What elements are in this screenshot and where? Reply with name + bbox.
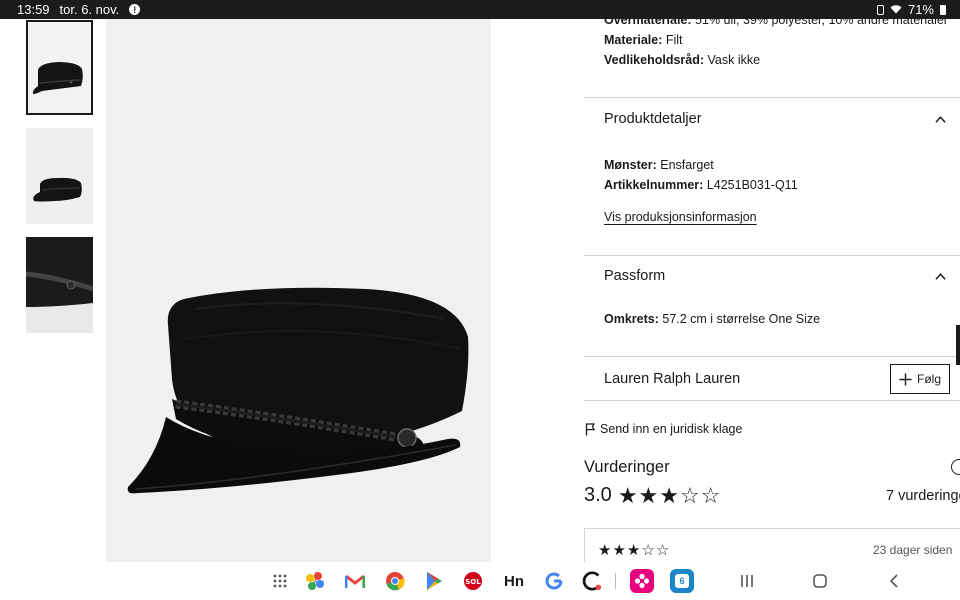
battery-icon — [940, 4, 946, 15]
star-filled-icon: ★ — [598, 542, 612, 559]
follow-button[interactable]: Følg — [890, 364, 950, 394]
divider — [584, 356, 960, 357]
rating-summary: 3.0 ★ ★ ★ ☆ ☆ — [584, 484, 720, 507]
play-store-icon[interactable] — [424, 571, 444, 591]
star-empty-icon: ☆ — [680, 482, 700, 508]
product-image[interactable] — [106, 19, 491, 562]
divider — [584, 255, 960, 256]
coop-app-icon[interactable] — [582, 571, 602, 591]
star-filled-icon: ★ — [638, 482, 659, 508]
photos-icon[interactable] — [305, 571, 325, 591]
chevron-up-icon[interactable] — [935, 271, 946, 282]
plus-icon — [899, 373, 912, 385]
chrome-icon[interactable] — [385, 571, 405, 591]
back-button[interactable] — [884, 571, 904, 591]
thumbnail-detail[interactable] — [26, 237, 93, 333]
flower-app-icon[interactable] — [630, 569, 654, 593]
rating-stars: ★ ★ ★ ☆ ☆ — [617, 482, 721, 508]
home-button[interactable] — [810, 571, 830, 591]
product-details-title[interactable]: Produktdetaljer — [604, 111, 702, 127]
thumbnail-front[interactable] — [26, 20, 93, 115]
google-icon[interactable] — [544, 571, 564, 591]
article-row: Artikkelnummer: L4251B031-Q11 — [604, 178, 798, 192]
battery-saver-icon — [876, 4, 884, 15]
overmaterial-label: Overmateriale: — [604, 19, 692, 27]
article-label: Artikkelnummer: — [604, 178, 704, 192]
ratings-heading: Vurderinger — [584, 458, 670, 476]
chevron-up-icon[interactable] — [935, 114, 946, 125]
material-value: Filt — [665, 33, 683, 47]
info-icon[interactable] — [951, 459, 960, 475]
divider — [584, 400, 960, 401]
hn-app-icon[interactable]: Hn — [501, 571, 527, 591]
care-row: Vedlikeholdsråd: Vask ikke — [604, 53, 760, 67]
legal-complaint-label: Send inn en juridisk klage — [600, 422, 743, 436]
star-empty-icon: ☆ — [700, 482, 721, 508]
star-filled-icon: ★ — [617, 482, 638, 508]
fit-title[interactable]: Passform — [604, 268, 665, 284]
star-empty-icon: ☆ — [641, 542, 655, 559]
review-count-link[interactable]: 7 vurderinger — [886, 488, 960, 504]
gmail-icon[interactable] — [345, 571, 365, 591]
star-filled-icon: ★ — [626, 542, 641, 559]
circumference-label: Omkrets: — [604, 312, 659, 326]
battery-percent: 71% — [907, 2, 934, 17]
calendar-day: 6 — [675, 574, 689, 588]
edge-panel-handle[interactable] — [956, 325, 960, 365]
circumference-value: 57.2 cm i størrelse One Size — [662, 312, 821, 326]
care-label: Vedlikeholdsråd: — [604, 53, 705, 67]
alert-icon: ! — [129, 4, 141, 15]
overmaterial-row: Overmateriale: 51% ull, 39% polyester, 1… — [604, 19, 948, 27]
recent-apps-button[interactable] — [737, 571, 757, 591]
pattern-label: Mønster: — [604, 158, 657, 172]
article-value: L4251B031-Q11 — [706, 178, 798, 192]
circumference-row: Omkrets: 57.2 cm i størrelse One Size — [604, 312, 820, 326]
flag-icon — [585, 422, 596, 435]
status-bar: 13:59 tor. 6. nov. ! 71% — [0, 0, 960, 19]
overmaterial-value: 51% ull, 39% polyester, 10% andre materi… — [695, 19, 948, 27]
divider — [584, 97, 960, 98]
thumbnail-side[interactable] — [26, 128, 93, 224]
material-row: Materiale: Filt — [604, 33, 683, 47]
star-filled-icon: ★ — [612, 542, 626, 559]
pattern-value: Ensfarget — [660, 158, 714, 172]
star-empty-icon: ☆ — [655, 542, 670, 559]
review-card: ★ ★ ★ ☆ ☆ 23 dager siden — [584, 528, 960, 562]
product-details-panel: Overmateriale: 51% ull, 39% polyester, 1… — [584, 19, 960, 562]
review-stars: ★ ★ ★ ☆ ☆ — [598, 543, 669, 558]
status-date: tor. 6. nov. — [59, 2, 120, 17]
brand-name[interactable]: Lauren Ralph Lauren — [604, 371, 740, 387]
sol-app-icon[interactable]: SOL — [463, 571, 483, 591]
star-filled-icon: ★ — [659, 482, 680, 508]
care-value: Vask ikke — [707, 53, 761, 67]
legal-complaint-link[interactable]: Send inn en juridisk klage — [585, 422, 742, 436]
review-date: 23 dager siden — [873, 543, 953, 557]
wifi-icon — [890, 5, 902, 14]
apps-grid-icon[interactable] — [270, 571, 290, 591]
pattern-row: Mønster: Ensfarget — [604, 158, 714, 172]
material-label: Materiale: — [604, 33, 663, 47]
svg-text:SOL: SOL — [465, 578, 481, 586]
follow-label: Følg — [917, 372, 941, 386]
app-divider — [613, 571, 617, 591]
rating-score: 3.0 — [584, 484, 612, 506]
production-info-link[interactable]: Vis produksjonsinformasjon — [604, 210, 757, 224]
calendar-app-icon[interactable]: 6 — [670, 569, 694, 593]
status-time: 13:59 — [17, 2, 50, 17]
